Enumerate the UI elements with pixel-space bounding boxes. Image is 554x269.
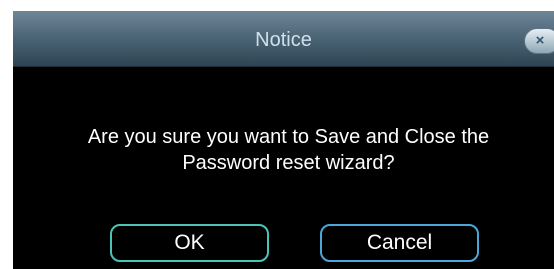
dialog-message-line-2: Password reset wizard? xyxy=(182,152,395,174)
dialog-title: Notice xyxy=(255,29,312,51)
ok-button[interactable]: OK xyxy=(110,224,269,262)
cancel-button[interactable]: Cancel xyxy=(320,224,479,262)
dialog-message-line-1: Are you sure you want to Save and Close … xyxy=(87,126,490,148)
dialog-message: Are you sure you want to Save and Close … xyxy=(23,124,554,176)
close-icon: × xyxy=(535,32,545,49)
dialog-title-bar: Notice × xyxy=(13,11,554,67)
notice-dialog: Notice × Are you sure you want to Save a… xyxy=(13,11,554,269)
close-button[interactable]: × xyxy=(524,28,554,54)
